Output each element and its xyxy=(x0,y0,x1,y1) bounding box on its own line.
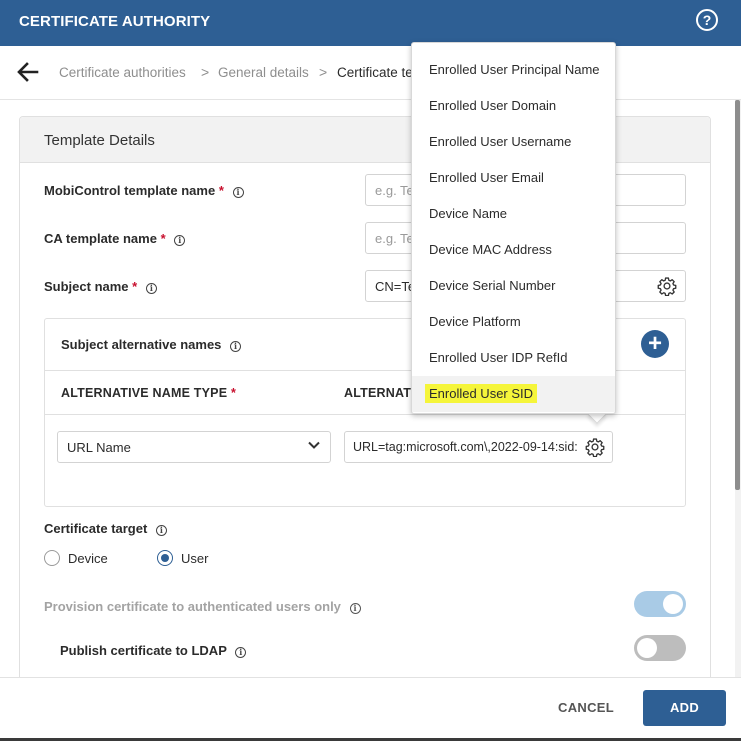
add-san-button[interactable]: + xyxy=(641,330,669,358)
menu-item-enrolled-user-username[interactable]: Enrolled User Username xyxy=(412,124,615,160)
menu-item-enrolled-user-principal-name[interactable]: Enrolled User Principal Name xyxy=(412,52,615,88)
menu-item-device-platform[interactable]: Device Platform xyxy=(412,304,615,340)
san-title-text: Subject alternative names xyxy=(61,337,222,352)
card-title: Template Details xyxy=(44,132,155,149)
radio-device-label: Device xyxy=(68,551,108,566)
info-icon[interactable]: i xyxy=(155,525,167,536)
info-icon[interactable]: i xyxy=(232,187,244,198)
breadcrumb-item-certificate-authorities[interactable]: Certificate authorities xyxy=(59,65,186,80)
dialog-footer xyxy=(0,677,741,741)
toggle-knob xyxy=(637,638,657,658)
radio-user[interactable] xyxy=(157,550,173,566)
ca-template-label: CA template name * i xyxy=(44,231,186,246)
column-header-type: ALTERNATIVE NAME TYPE * xyxy=(61,386,236,400)
ca-template-label-text: CA template name xyxy=(44,231,157,246)
cancel-button[interactable]: CANCEL xyxy=(548,700,624,718)
toggle-knob xyxy=(663,594,683,614)
breadcrumb-separator: > xyxy=(319,64,328,80)
breadcrumb-item-current: Certificate te xyxy=(337,65,413,80)
subject-name-label: Subject name * i xyxy=(44,279,157,294)
breadcrumb-separator: > xyxy=(201,64,210,80)
info-icon[interactable]: i xyxy=(145,283,157,294)
chevron-down-icon[interactable] xyxy=(306,437,322,453)
certificate-target-label: Certificate target i xyxy=(44,521,167,536)
radio-user-label: User xyxy=(181,551,209,566)
provision-label: Provision certificate to authenticated u… xyxy=(44,599,361,614)
info-icon[interactable]: i xyxy=(230,341,242,352)
required-mark: * xyxy=(218,183,224,198)
variable-menu: Enrolled User Principal Name Enrolled Us… xyxy=(411,42,616,414)
info-icon[interactable]: i xyxy=(349,603,361,614)
page-title: CERTIFICATE AUTHORITY xyxy=(19,13,211,30)
menu-item-enrolled-user-email[interactable]: Enrolled User Email xyxy=(412,160,615,196)
certificate-target-label-text: Certificate target xyxy=(44,521,148,536)
help-icon[interactable]: ? xyxy=(696,9,718,31)
menu-item-enrolled-user-idp-refid[interactable]: Enrolled User IDP RefId xyxy=(412,340,615,376)
required-mark: * xyxy=(132,279,138,294)
publish-ldap-toggle[interactable] xyxy=(634,635,686,661)
san-value-input[interactable]: URL=tag:microsoft.com\,2022-09-14:sid: xyxy=(344,431,613,463)
back-arrow-icon[interactable] xyxy=(16,61,40,83)
highlighted-text: Enrolled User SID xyxy=(425,384,538,403)
menu-item-device-name[interactable]: Device Name xyxy=(412,196,615,232)
info-icon[interactable]: i xyxy=(174,235,186,246)
san-title: Subject alternative names i xyxy=(61,337,242,352)
provision-toggle[interactable] xyxy=(634,591,686,617)
provision-label-text: Provision certificate to authenticated u… xyxy=(44,599,341,614)
menu-item-enrolled-user-domain[interactable]: Enrolled User Domain xyxy=(412,88,615,124)
scrollbar-thumb[interactable] xyxy=(735,100,740,490)
add-button[interactable]: ADD xyxy=(643,690,726,726)
san-value-gear-icon[interactable] xyxy=(585,437,605,457)
required-mark: * xyxy=(160,231,166,246)
breadcrumb: Certificate authorities > General detail… xyxy=(0,46,741,100)
menu-item-device-mac-address[interactable]: Device MAC Address xyxy=(412,232,615,268)
san-type-select[interactable]: URL Name xyxy=(57,431,331,463)
radio-device[interactable] xyxy=(44,550,60,566)
mobicontrol-template-label: MobiControl template name * i xyxy=(44,183,244,198)
info-icon[interactable]: i xyxy=(235,647,247,658)
subject-name-gear-icon[interactable] xyxy=(657,276,677,296)
menu-item-enrolled-user-sid[interactable]: Enrolled User SID xyxy=(412,376,615,412)
breadcrumb-item-general-details[interactable]: General details xyxy=(218,65,309,80)
column-header-type-text: ALTERNATIVE NAME TYPE xyxy=(61,386,228,400)
app-header: CERTIFICATE AUTHORITY ? xyxy=(0,0,741,46)
publish-ldap-label-text: Publish certificate to LDAP xyxy=(60,643,227,658)
required-mark: * xyxy=(230,386,237,400)
subject-name-label-text: Subject name xyxy=(44,279,129,294)
menu-item-device-serial-number[interactable]: Device Serial Number xyxy=(412,268,615,304)
mobicontrol-template-label-text: MobiControl template name xyxy=(44,183,216,198)
publish-ldap-label: Publish certificate to LDAP i xyxy=(60,643,247,658)
